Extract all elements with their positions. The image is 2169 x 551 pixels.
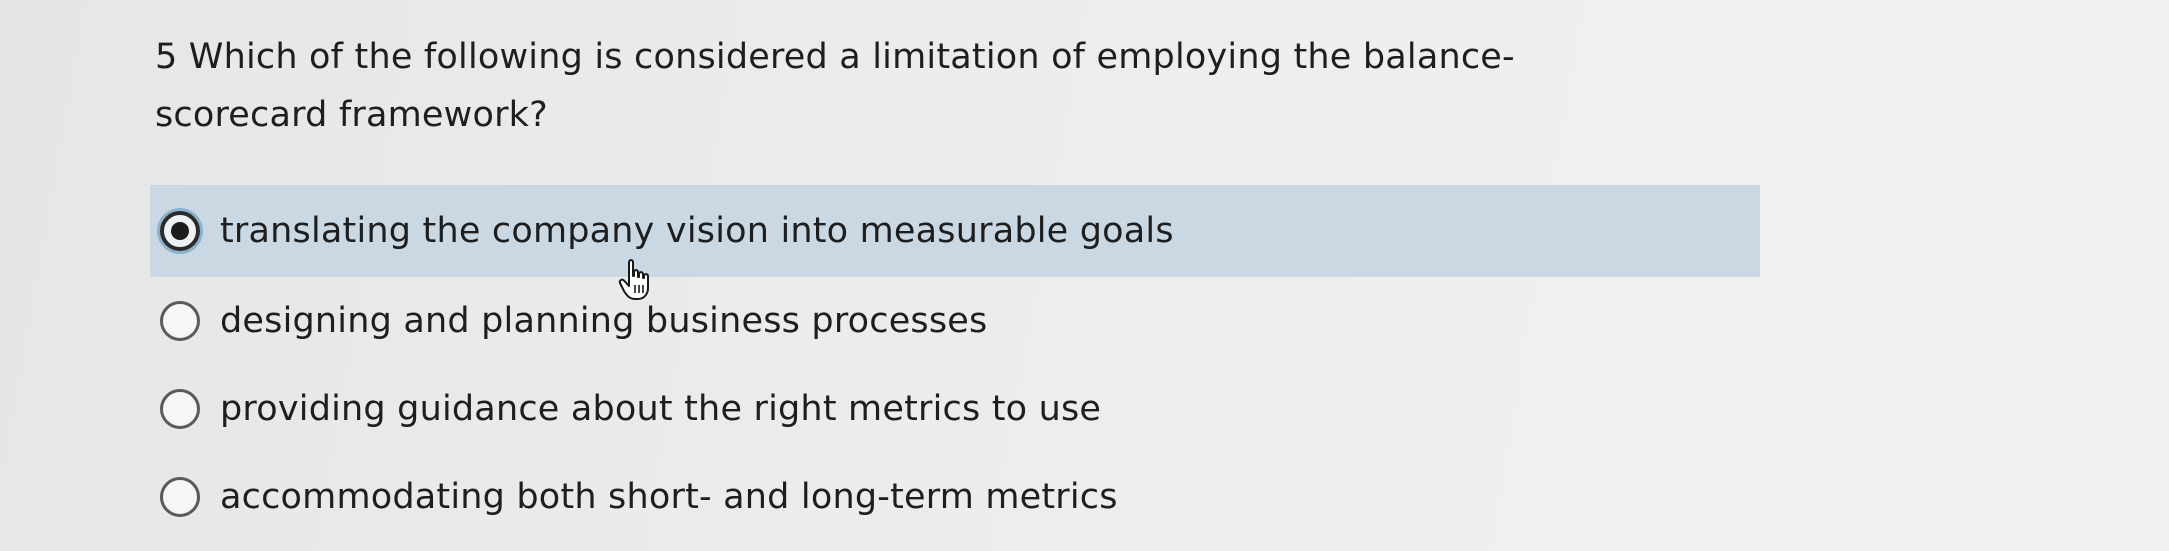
radio-dot-icon [171, 222, 189, 240]
option-label: providing guidance about the right metri… [220, 389, 1102, 429]
answer-options: translating the company vision into meas… [150, 185, 1760, 541]
option-2[interactable]: designing and planning business processe… [150, 277, 1760, 365]
option-label: designing and planning business processe… [220, 301, 988, 341]
radio-button-selected[interactable] [160, 211, 200, 251]
option-4[interactable]: accommodating both short- and long-term … [150, 453, 1760, 541]
question-text: 5 Which of the following is considered a… [155, 37, 1515, 135]
option-label: accommodating both short- and long-term … [220, 477, 1118, 517]
radio-button[interactable] [160, 301, 200, 341]
option-1[interactable]: translating the company vision into meas… [150, 185, 1760, 277]
option-label: translating the company vision into meas… [220, 211, 1174, 251]
radio-button[interactable] [160, 389, 200, 429]
option-3[interactable]: providing guidance about the right metri… [150, 365, 1760, 453]
hand-pointer-icon [618, 259, 649, 300]
radio-button[interactable] [160, 477, 200, 517]
